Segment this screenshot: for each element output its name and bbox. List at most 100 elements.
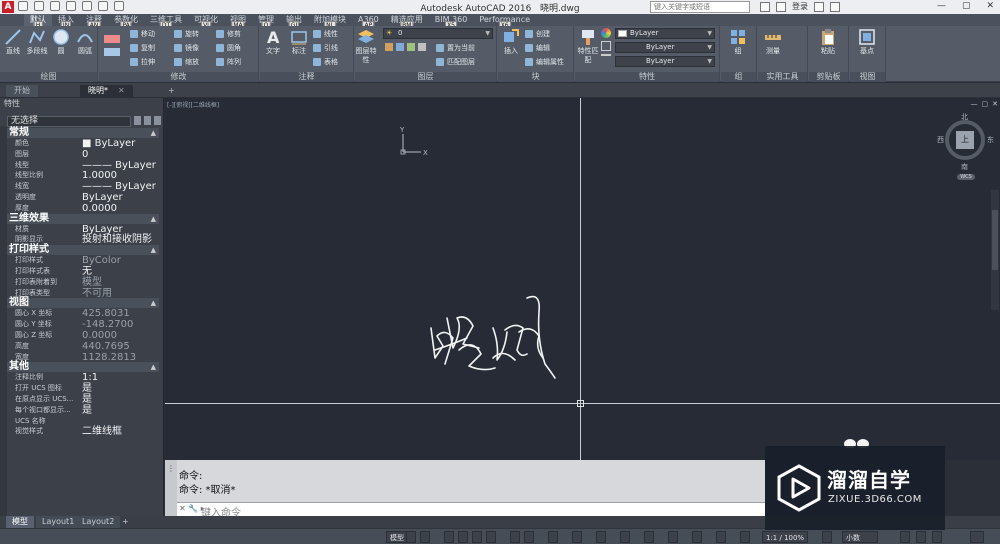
layer-dropdown[interactable]: ☀ 0 ▼ (383, 28, 493, 39)
ribbon-tab-8[interactable]: 输出GI (280, 14, 308, 30)
collapse-icon[interactable]: ▲ (151, 214, 156, 224)
match-layer-tool[interactable]: 匹配图层 (435, 56, 475, 68)
property-value[interactable]: 1.0000 (82, 170, 117, 181)
viewport-close-button[interactable]: ✕ (992, 100, 998, 108)
property-value[interactable]: 二维线框 (82, 426, 122, 437)
property-row[interactable]: 材质 ByLayer (7, 224, 159, 235)
property-value[interactable]: ByColor (82, 255, 121, 266)
layer-freeze-icon[interactable] (407, 43, 415, 51)
3d-osnap-icon[interactable] (644, 531, 654, 543)
viewport-maximize-button[interactable]: ▢ (982, 100, 989, 108)
ribbon-tab-10[interactable]: A360AP (352, 14, 385, 30)
wcs-menu[interactable]: WCS (957, 174, 975, 180)
annotation-scale-dropdown[interactable]: 1:1 / 100% (762, 531, 809, 543)
property-row[interactable]: 在原点显示 UCS... 是 (7, 394, 159, 405)
navigation-bar-thumb[interactable] (992, 210, 998, 270)
property-value[interactable]: 1:1 (82, 372, 98, 383)
match-properties-tool[interactable]: 特性匹配 (575, 28, 601, 65)
linetype-icon[interactable] (601, 54, 611, 64)
polyline-tool[interactable]: 多段线 (24, 28, 50, 56)
drawing-viewport[interactable]: [-][俯视][二维线框] — ▢ ✕ Y X 北 上 西 东 南 WCS (165, 98, 1000, 460)
modify-panel-label[interactable]: 修改 (99, 72, 258, 82)
linetype-dropdown[interactable]: ByLayer ▼ (615, 42, 715, 53)
signature-drawing[interactable] (423, 288, 563, 388)
property-row[interactable]: 宽度 1128.2813 (7, 352, 159, 363)
viewcube-top-face[interactable]: 上 (956, 131, 974, 149)
rotate-tool[interactable]: 旋转 (173, 28, 199, 40)
linear-tool[interactable]: 线性 (312, 28, 338, 40)
command-input[interactable]: ✕ 🔧 ▸ 键入命令 (177, 502, 765, 519)
properties-section-header[interactable]: 视图 ▲ (7, 298, 159, 309)
edit-attributes-tool[interactable]: 编辑属性 (524, 56, 564, 68)
property-row[interactable]: 图层 0 (7, 149, 159, 160)
selection-dropdown[interactable]: 无选择 (7, 116, 131, 127)
search-input[interactable]: 键入关键字或短语 (650, 1, 750, 13)
dimension-tool[interactable]: 标注 (286, 28, 312, 56)
property-value[interactable]: 是 (82, 405, 92, 416)
grid-icon[interactable] (406, 531, 416, 543)
dynamic-input-icon[interactable] (458, 531, 468, 543)
property-value[interactable]: 是 (82, 383, 92, 394)
property-value[interactable]: 0.0000 (82, 203, 117, 214)
property-row[interactable]: 注释比例 1:1 (7, 372, 159, 383)
property-row[interactable]: 打开 UCS 图标 是 (7, 383, 159, 394)
annotation-panel-label[interactable]: 注释 (260, 72, 353, 82)
viewcube-east[interactable]: 东 (987, 135, 994, 145)
help-icon[interactable] (830, 1, 840, 12)
properties-section-header[interactable]: 打印样式 ▲ (7, 245, 159, 256)
group-tool[interactable]: 组 (725, 28, 751, 56)
color-dropdown[interactable]: ByLayer ▼ (615, 28, 715, 39)
base-point-tool[interactable]: 基点 (854, 28, 880, 56)
tab-new[interactable]: + (160, 85, 183, 97)
property-value[interactable]: ——— ByLayer (82, 181, 156, 192)
open-icon[interactable] (34, 1, 44, 11)
redo-icon[interactable] (114, 1, 124, 11)
infer-constraints-icon[interactable] (444, 531, 454, 543)
property-value[interactable]: 是 (82, 394, 92, 405)
close-button[interactable]: ✕ (986, 1, 994, 11)
tab-layout2[interactable]: Layout2 (76, 516, 121, 528)
properties-panel-label[interactable]: 特性 (575, 72, 719, 82)
viewcube-south[interactable]: 南 (961, 162, 968, 172)
utilities-panel-label[interactable]: 实用工具 (758, 72, 807, 82)
layer-lock-icon[interactable] (418, 43, 426, 51)
text-tool[interactable]: A 文字 (260, 28, 286, 56)
ribbon-tab-0[interactable]: 默认H (24, 14, 52, 30)
collapse-icon[interactable]: ▲ (151, 128, 156, 138)
property-row[interactable]: 高度 440.7695 (7, 341, 159, 352)
viewcube-west[interactable]: 西 (937, 135, 944, 145)
navigation-bar[interactable] (991, 190, 999, 310)
search-icon[interactable] (760, 1, 770, 12)
ribbon-tab-3[interactable]: 参数化PA (108, 14, 144, 30)
object-snap-tracking-icon[interactable] (524, 531, 534, 543)
fillet-tool[interactable]: 圆角 (215, 42, 241, 54)
layer-off-icon[interactable] (385, 43, 393, 51)
ribbon-tab-13[interactable]: PerformanceX6 (473, 14, 536, 30)
dynamic-ucs-icon[interactable] (668, 531, 678, 543)
isolate-objects-icon[interactable] (900, 531, 910, 543)
measure-tool[interactable]: 测量 (760, 28, 786, 56)
erase-icon[interactable] (101, 32, 125, 62)
close-icon[interactable]: ✕ (118, 86, 125, 95)
snap-icon[interactable] (420, 531, 430, 543)
property-value[interactable]: 0 (82, 149, 88, 160)
palette-side-bar[interactable] (0, 126, 7, 516)
ribbon-tab-7[interactable]: 管理O (252, 14, 280, 30)
lineweight-toggle-icon[interactable] (572, 531, 582, 543)
property-row[interactable]: 圆心 X 坐标 425.8031 (7, 308, 159, 319)
ribbon-tab-2[interactable]: 注释AN (80, 14, 108, 30)
property-value[interactable]: 440.7695 (82, 341, 130, 352)
command-line-grip[interactable]: ⋮ (165, 460, 177, 516)
transparency-icon[interactable] (596, 531, 606, 543)
property-value[interactable]: ByLayer (82, 224, 123, 235)
properties-section-header[interactable]: 三维效果 ▲ (7, 213, 159, 224)
model-space-button[interactable]: 模型 (386, 531, 408, 543)
ribbon-tab-6[interactable]: 视图MA (224, 14, 252, 30)
property-row[interactable]: 打印表附着到 模型 (7, 277, 159, 288)
property-row[interactable]: 颜色 ■ ByLayer (7, 138, 159, 149)
print-icon[interactable] (82, 1, 92, 11)
mirror-tool[interactable]: 镜像 (173, 42, 199, 54)
viewport-label[interactable]: [-][俯视][二维线框] (167, 100, 219, 109)
lineweight-icon[interactable] (601, 41, 611, 51)
tab-model[interactable]: 模型 (6, 516, 34, 528)
